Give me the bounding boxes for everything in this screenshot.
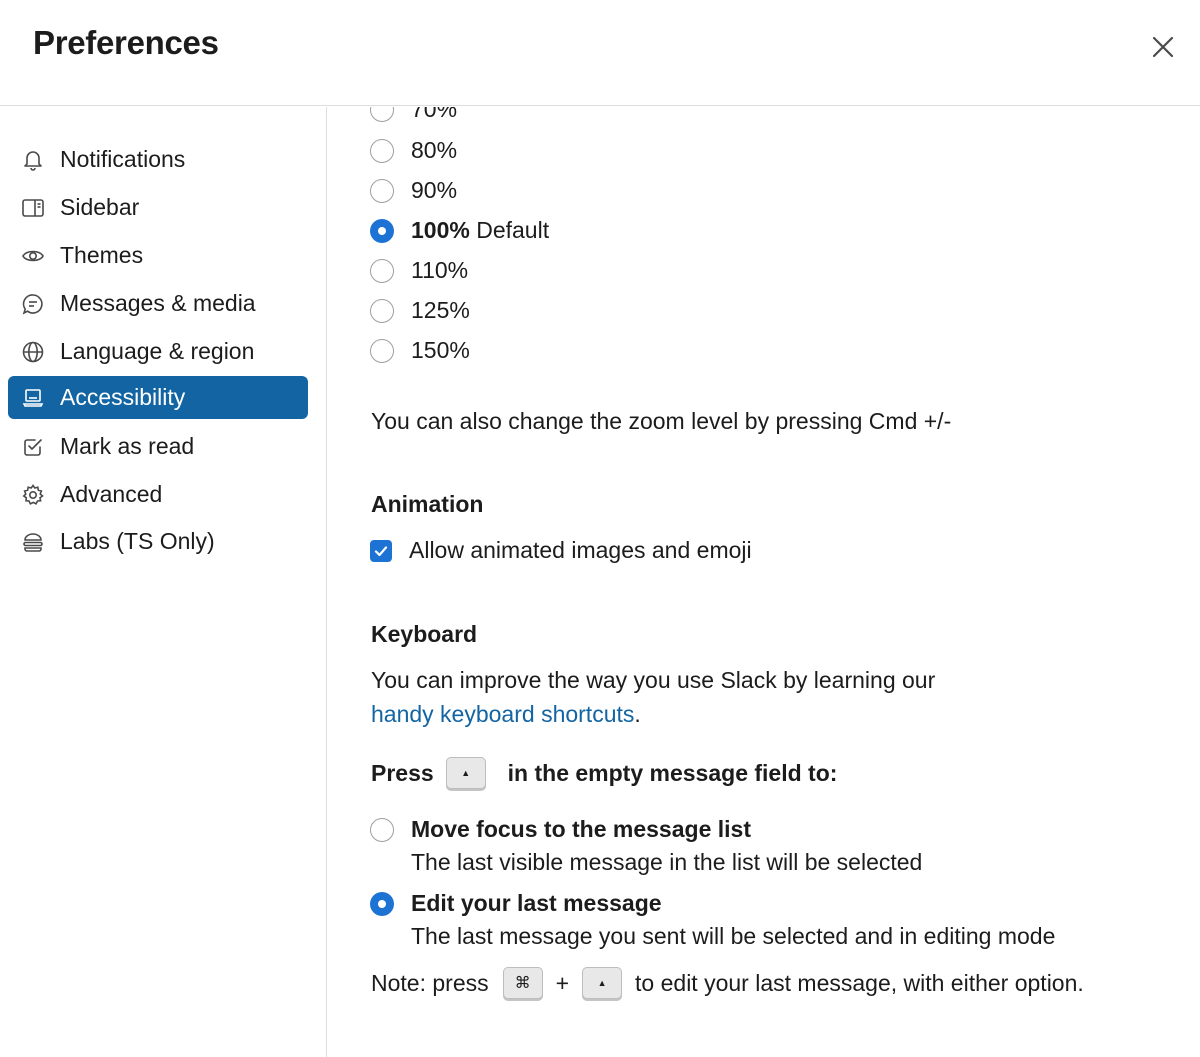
- up-arrow-key: ▲: [445, 757, 486, 789]
- sidebar-item-label: Sidebar: [60, 194, 140, 220]
- sidebar-item-themes[interactable]: Themes: [8, 234, 308, 277]
- close-icon: [1152, 36, 1174, 58]
- zoom-option-80[interactable]: 80%: [370, 137, 457, 164]
- press-label: Press: [371, 759, 434, 786]
- link-suffix: .: [634, 701, 641, 727]
- laptop-icon: [20, 385, 46, 411]
- radio-button[interactable]: [370, 138, 394, 163]
- press-instruction: Press ▲ in the empty message field to:: [371, 757, 837, 789]
- up-arrow-key: ▲: [582, 967, 623, 999]
- checkbox-label: Allow animated images and emoji: [409, 537, 752, 563]
- animation-heading: Animation: [371, 491, 484, 517]
- sidebar-item-mark-as-read[interactable]: Mark as read: [8, 425, 308, 468]
- option-move-focus[interactable]: Move focus to the message list: [370, 816, 751, 843]
- plus-sign: +: [555, 969, 570, 996]
- radio-button[interactable]: [370, 258, 394, 283]
- zoom-option-label: 80%: [411, 137, 458, 163]
- cmd-key: ⌘: [502, 967, 543, 999]
- sidebar-item-accessibility[interactable]: Accessibility: [8, 376, 308, 419]
- bell-icon: [20, 147, 46, 173]
- sidebar-item-label: Notifications: [60, 146, 186, 172]
- gear-icon: [20, 482, 46, 508]
- close-button[interactable]: [1146, 30, 1180, 64]
- zoom-option-label: 70%: [411, 107, 458, 122]
- option-title: Edit your last message: [411, 890, 662, 916]
- default-suffix: Default: [469, 217, 550, 243]
- zoom-option-150[interactable]: 150%: [370, 337, 470, 364]
- radio-button[interactable]: [370, 338, 394, 363]
- checkmark-icon: [374, 545, 388, 556]
- sidebar-item-messages-media[interactable]: Messages & media: [8, 282, 308, 325]
- radio-button[interactable]: [370, 178, 394, 203]
- up-arrow-icon: ▲: [461, 768, 471, 778]
- preferences-header: Preferences: [0, 0, 1200, 106]
- option-description: The last visible message in the list wil…: [411, 849, 923, 875]
- sidebar-item-label: Mark as read: [60, 433, 195, 459]
- cmd-icon: ⌘: [514, 975, 531, 992]
- radio-button[interactable]: [370, 107, 394, 122]
- sidebar-item-notifications[interactable]: Notifications: [8, 138, 308, 181]
- sidebar-icon: [20, 195, 46, 221]
- eye-icon: [20, 243, 46, 269]
- sidebar-item-labs[interactable]: Labs (TS Only): [8, 520, 308, 563]
- sidebar-item-label: Advanced: [60, 481, 163, 507]
- zoom-option-125[interactable]: 125%: [370, 297, 470, 324]
- sidebar-item-label: Messages & media: [60, 290, 256, 316]
- note-suffix: to edit your last message, with either o…: [635, 969, 1084, 996]
- sidebar-item-label: Language & region: [60, 338, 255, 364]
- check-square-icon: [20, 434, 46, 460]
- zoom-option-110[interactable]: 110%: [370, 257, 468, 284]
- option-edit-last-message[interactable]: Edit your last message: [370, 890, 662, 917]
- keyboard-note: Note: press ⌘ + ▲ to edit your last mess…: [371, 967, 1084, 999]
- zoom-option-label: 150%: [411, 337, 470, 363]
- zoom-option-70[interactable]: 70%: [370, 107, 457, 123]
- sidebar-item-label: Labs (TS Only): [60, 528, 215, 554]
- radio-button[interactable]: [370, 298, 394, 323]
- keyboard-intro: You can improve the way you use Slack by…: [371, 667, 936, 693]
- zoom-option-label: 125%: [411, 297, 470, 323]
- page-title: Preferences: [33, 24, 219, 61]
- message-icon: [20, 291, 46, 317]
- radio-button-selected[interactable]: [370, 891, 394, 916]
- keyboard-heading: Keyboard: [371, 621, 478, 647]
- option-description: The last message you sent will be select…: [411, 923, 1056, 949]
- sidebar-item-label: Accessibility: [60, 384, 186, 410]
- sidebar-item-language-region[interactable]: Language & region: [8, 330, 308, 373]
- sidebar-item-sidebar[interactable]: Sidebar: [8, 186, 308, 229]
- press-suffix: in the empty message field to:: [507, 759, 838, 786]
- zoom-option-100[interactable]: 100% Default: [370, 217, 549, 244]
- note-prefix: Note: press: [371, 969, 489, 996]
- radio-button[interactable]: [370, 817, 394, 842]
- animated-emoji-option[interactable]: Allow animated images and emoji: [370, 537, 752, 564]
- accessibility-settings: 70% 80% 90% 100% Default 110% 125% 150% …: [328, 107, 1200, 1057]
- globe-icon: [20, 339, 46, 365]
- zoom-option-label: 100%: [411, 217, 470, 243]
- zoom-hint: You can also change the zoom level by pr…: [371, 408, 952, 434]
- zoom-option-label: 110%: [411, 257, 469, 283]
- preferences-sidebar: Notifications Sidebar Themes Messages & …: [0, 107, 327, 1057]
- zoom-option-90[interactable]: 90%: [370, 177, 457, 204]
- sidebar-item-advanced[interactable]: Advanced: [8, 473, 308, 516]
- sidebar-item-label: Themes: [60, 242, 144, 268]
- keyboard-shortcuts-link[interactable]: handy keyboard shortcuts: [371, 701, 634, 727]
- up-arrow-icon: ▲: [597, 978, 607, 988]
- radio-button-selected[interactable]: [370, 218, 394, 243]
- burger-icon: [20, 529, 46, 555]
- checkbox-checked[interactable]: [370, 539, 392, 562]
- zoom-option-label: 90%: [411, 177, 458, 203]
- option-title: Move focus to the message list: [411, 816, 751, 842]
